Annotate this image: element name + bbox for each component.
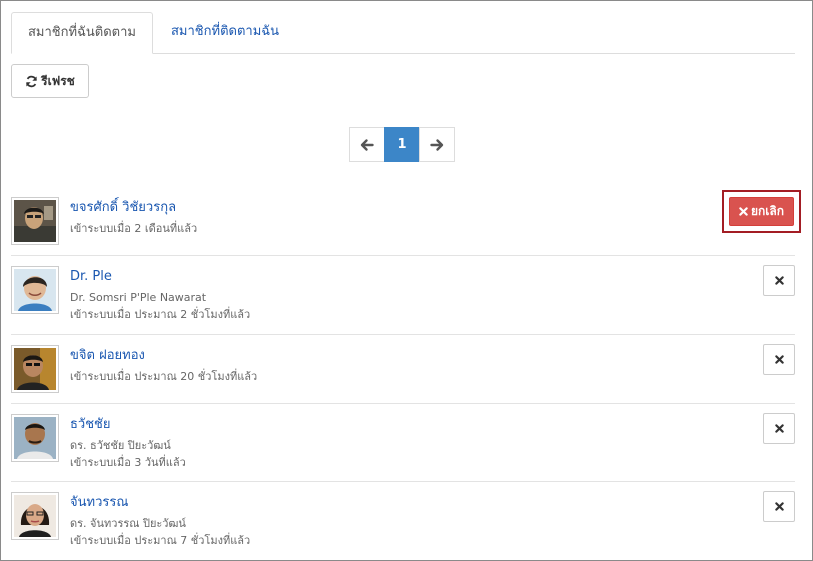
page-frame: สมาชิกที่ฉันติดตาม สมาชิกที่ติดตามฉัน รี…: [0, 0, 813, 561]
avatar[interactable]: [11, 197, 59, 245]
unfollow-cancel-button[interactable]: ยกเลิก: [729, 197, 794, 226]
unfollow-button[interactable]: [763, 265, 795, 296]
cancel-label: ยกเลิก: [750, 204, 785, 218]
close-icon: [739, 207, 748, 216]
last-login-text: เข้าระบบเมื่อ 2 เดือนที่แล้ว: [70, 222, 198, 235]
avatar-photo: [14, 495, 56, 537]
close-icon: [774, 276, 784, 285]
avatar-photo: [14, 269, 56, 311]
list-item: ขจิต ฝอยทอง เข้าระบบเมื่อ ประมาณ 20 ชั่ว…: [11, 335, 795, 404]
member-list: ขจรศักดิ์ วิชัยวรกุล เข้าระบบเมื่อ 2 เดื…: [11, 187, 801, 560]
pagination: 1: [349, 127, 455, 162]
unfollow-button[interactable]: [763, 344, 795, 375]
member-name[interactable]: Dr. Ple: [70, 268, 250, 285]
refresh-label: รีเฟรช: [41, 73, 75, 88]
tab-following[interactable]: สมาชิกที่ฉันติดตาม: [11, 12, 153, 54]
member-fullname: ดร. จันทวรรณ ปิยะวัฒน์: [70, 517, 186, 530]
avatar-photo: [14, 417, 56, 459]
member-name[interactable]: ขจรศักดิ์ วิชัยวรกุล: [70, 199, 197, 216]
list-item: ธวัชชัย ดร. ธวัชชัย ปิยะวัฒน์ เข้าระบบเม…: [11, 404, 795, 482]
prev-page-button[interactable]: [349, 127, 385, 162]
last-login-text: เข้าระบบเมื่อ ประมาณ 2 ชั่วโมงที่แล้ว: [70, 308, 251, 321]
member-name[interactable]: จันทวรรณ: [70, 494, 250, 511]
cancel-highlight: ยกเลิก: [722, 190, 801, 233]
next-page-button[interactable]: [419, 127, 455, 162]
refresh-button[interactable]: รีเฟรช: [11, 64, 89, 98]
member-fullname: ดร. ธวัชชัย ปิยะวัฒน์: [70, 439, 171, 452]
avatar[interactable]: [11, 492, 59, 540]
arrow-left-icon: [360, 138, 374, 151]
list-item: ขจรศักดิ์ วิชัยวรกุล เข้าระบบเมื่อ 2 เดื…: [11, 187, 801, 256]
close-icon: [774, 424, 784, 433]
tab-followers[interactable]: สมาชิกที่ติดตามฉัน: [171, 12, 279, 54]
refresh-icon: [26, 75, 38, 87]
page-1-button[interactable]: 1: [384, 127, 420, 162]
close-icon: [774, 355, 784, 364]
member-name[interactable]: ขจิต ฝอยทอง: [70, 347, 257, 364]
last-login-text: เข้าระบบเมื่อ ประมาณ 7 ชั่วโมงที่แล้ว: [70, 534, 251, 547]
list-item: Dr. Ple Dr. Somsri P'Ple Nawarat เข้าระบ…: [11, 256, 795, 335]
tab-bar: สมาชิกที่ฉันติดตาม สมาชิกที่ติดตามฉัน: [11, 12, 795, 54]
avatar[interactable]: [11, 345, 59, 393]
close-icon: [774, 502, 784, 511]
list-item: จันทวรรณ ดร. จันทวรรณ ปิยะวัฒน์ เข้าระบบ…: [11, 482, 795, 560]
member-name[interactable]: ธวัชชัย: [70, 416, 186, 433]
avatar[interactable]: [11, 266, 59, 314]
arrow-right-icon: [430, 138, 444, 151]
avatar-photo: [14, 348, 56, 390]
avatar[interactable]: [11, 414, 59, 462]
last-login-text: เข้าระบบเมื่อ ประมาณ 20 ชั่วโมงที่แล้ว: [70, 370, 258, 383]
last-login-text: เข้าระบบเมื่อ 3 วันที่แล้ว: [70, 456, 186, 469]
unfollow-button[interactable]: [763, 413, 795, 444]
member-fullname: Dr. Somsri P'Ple Nawarat: [70, 291, 207, 304]
avatar-photo: [14, 200, 56, 242]
unfollow-button[interactable]: [763, 491, 795, 522]
